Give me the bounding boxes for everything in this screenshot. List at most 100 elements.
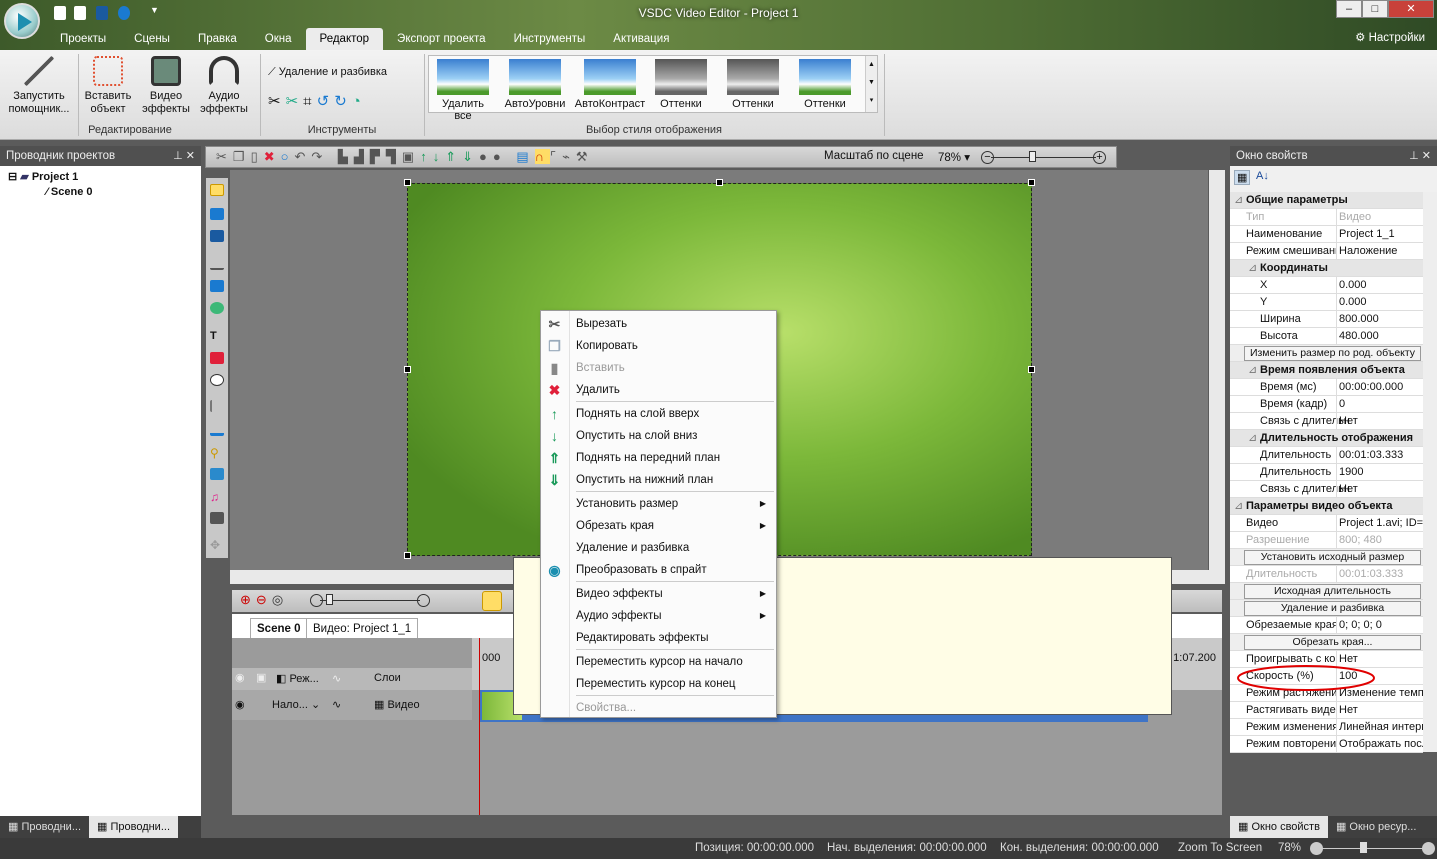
property-row[interactable]: Длительность 1900 <box>1230 464 1423 481</box>
context-menu-item[interactable]: ⇑ Поднять на передний план <box>541 447 776 469</box>
chart-tool-icon[interactable] <box>210 424 224 436</box>
property-value[interactable]: 00:01:03.333 <box>1336 566 1423 582</box>
collapse-icon[interactable]: ⊿ <box>1234 192 1243 208</box>
property-row[interactable]: Режим измененияЛинейная интерполяция <box>1230 719 1423 736</box>
tab-edit[interactable]: Правка <box>184 28 251 50</box>
pointer-tool-icon[interactable] <box>210 184 224 196</box>
canvas-vertical-scrollbar[interactable] <box>1209 170 1225 570</box>
context-menu-item[interactable]: Обрезать края ▶ <box>541 515 776 537</box>
property-value[interactable]: Видео <box>1336 209 1423 225</box>
property-value[interactable]: 480.000 <box>1336 328 1423 344</box>
style-tint-2[interactable]: Оттенки <box>722 59 784 110</box>
property-row[interactable]: Обрезаемые края 0; 0; 0; 0 <box>1230 617 1423 634</box>
property-row[interactable]: Режим смешиванияНаложение <box>1230 243 1423 260</box>
property-value[interactable]: Наложение <box>1336 243 1423 259</box>
property-value[interactable]: Нет <box>1336 413 1423 429</box>
status-zoom-slider[interactable] <box>1310 842 1435 855</box>
context-menu-item[interactable]: ✖ Удалить <box>541 379 776 401</box>
context-menu-item[interactable]: ↓ Опустить на слой вниз <box>541 425 776 447</box>
resize-handle[interactable] <box>1028 179 1035 186</box>
align-icons[interactable]: ▙▟▛▜▣ <box>338 149 420 164</box>
collapse-icon[interactable]: ⊿ <box>1248 260 1257 276</box>
style-autolevels[interactable]: АвтоУровни <box>504 59 566 110</box>
context-menu-item[interactable]: Аудио эффекты ▶ <box>541 605 776 627</box>
style-tint-1[interactable]: Оттенки <box>650 59 712 110</box>
audio-tool-icon[interactable]: ♫ <box>210 490 224 504</box>
style-autocontrast[interactable]: АвтоКонтраст <box>574 59 646 110</box>
trim-icon[interactable]: ✂ <box>286 93 304 110</box>
collapse-icon[interactable]: ⊿ <box>1248 430 1257 446</box>
clock-icon[interactable] <box>482 591 502 611</box>
line-tool-icon[interactable] <box>210 258 224 270</box>
maximize-button[interactable]: □ <box>1362 0 1388 18</box>
insert-object-button[interactable]: Вставить объект <box>80 56 136 116</box>
undo-icon[interactable]: ↶ <box>294 149 311 164</box>
property-row[interactable]: Наименование Project 1_1 <box>1230 226 1423 243</box>
image-tool-icon[interactable] <box>210 468 224 480</box>
eye-icon[interactable]: ◉ <box>235 671 245 684</box>
tab-scene-0[interactable]: Scene 0 <box>250 618 308 638</box>
property-row[interactable]: Разрешение 800; 480 <box>1230 532 1423 549</box>
tab-editor[interactable]: Редактор <box>305 28 384 50</box>
property-row[interactable]: Длительность 00:01:03.333 <box>1230 566 1423 583</box>
property-value[interactable]: 0 <box>1336 396 1423 412</box>
zoom-out-icon[interactable]: ⊖ <box>256 592 272 607</box>
cut-split-button[interactable]: ⟋ Удаление и разбивка <box>268 66 387 79</box>
property-category[interactable]: ⊿ Параметры видео объекта <box>1230 498 1423 515</box>
paste-icon[interactable]: ▯ <box>251 149 264 164</box>
tree-item-project[interactable]: ⊟ ▰ Project 1 <box>8 170 78 183</box>
move-tool-icon[interactable]: ✥ <box>210 538 224 552</box>
style-tint-3[interactable]: Оттенки <box>794 59 856 110</box>
video-effects-button[interactable]: Видео эффекты <box>140 56 192 116</box>
property-value[interactable]: 0.000 <box>1336 294 1423 310</box>
layer-up-icon[interactable]: ↑↓⇑⇓ <box>420 149 479 164</box>
property-scrollbar[interactable] <box>1423 192 1437 752</box>
audio-effects-button[interactable]: Аудио эффекты <box>196 56 252 116</box>
rotate-right-icon[interactable]: ↻ <box>334 93 352 110</box>
property-value[interactable]: 800; 480 <box>1336 532 1423 548</box>
property-value[interactable]: 800.000 <box>1336 311 1423 327</box>
property-row[interactable]: Связь с длительностьюНет <box>1230 481 1423 498</box>
tab-video-project[interactable]: Видео: Project 1_1 <box>306 618 419 638</box>
video-tool-icon[interactable] <box>210 512 224 524</box>
gallery-scroll[interactable]: ▲ ▼ ▾ <box>865 56 877 112</box>
property-value[interactable]: Project 1_1 <box>1336 226 1423 242</box>
object-tool-icon[interactable] <box>210 208 224 220</box>
zoom-in-icon[interactable]: ⊕ <box>240 592 256 607</box>
balloon-tool-icon[interactable] <box>210 374 224 386</box>
resize-handle[interactable] <box>404 179 411 186</box>
free-shape-tool-icon[interactable] <box>210 400 224 412</box>
property-button[interactable]: Исходная длительность <box>1230 583 1423 600</box>
redo-icon[interactable]: ↷ <box>311 149 328 164</box>
property-value[interactable]: Project 1.avi; ID= <box>1336 515 1423 531</box>
text-tool-icon[interactable]: T <box>210 330 224 342</box>
property-row[interactable]: Режим повторенияОтображать последний <box>1230 736 1423 753</box>
minimize-button[interactable]: – <box>1336 0 1362 18</box>
guides-icon[interactable]: ⌜⌁⚒ <box>550 149 594 164</box>
resize-handle[interactable] <box>404 552 411 559</box>
scissors-icon[interactable]: ✂ <box>268 93 286 110</box>
slider-thumb[interactable] <box>1029 151 1036 162</box>
categorized-icon[interactable]: ▦ <box>1234 170 1251 185</box>
property-value[interactable]: Линейная интерполяция <box>1336 719 1423 735</box>
property-row[interactable]: Растягивать видео Нет <box>1230 702 1423 719</box>
property-row[interactable]: Связь с длительностьюНет <box>1230 413 1423 430</box>
property-row[interactable]: Тип Видео <box>1230 209 1423 226</box>
property-value[interactable]: 0.000 <box>1336 277 1423 293</box>
style-remove-all[interactable]: Удалить все <box>432 59 494 122</box>
zoom-dropdown[interactable]: 78% ▾ <box>938 150 970 164</box>
track-row[interactable]: ◉ Нало... ⌄ ∿ ▦ Видео <box>232 690 472 720</box>
property-row[interactable]: Длительность 00:01:03.333 <box>1230 447 1423 464</box>
tab-windows[interactable]: Окна <box>251 28 306 50</box>
grid-icon[interactable]: ▤ <box>516 149 534 164</box>
settings-button[interactable]: ⚙ Настройки <box>1355 30 1425 44</box>
context-menu-item[interactable]: ❐ Копировать <box>541 335 776 357</box>
tree-item-scene[interactable]: ⁄ Scene 0 <box>46 186 93 198</box>
tab-objects-explorer[interactable]: ▦ Проводни... <box>89 816 178 838</box>
property-value[interactable]: 1900 <box>1336 464 1423 480</box>
tab-scenes[interactable]: Сцены <box>120 28 184 50</box>
property-row[interactable]: Y 0.000 <box>1230 294 1423 311</box>
context-menu-item[interactable]: Видео эффекты ▶ <box>541 583 776 605</box>
zoom-to-screen-button[interactable]: Zoom To Screen <box>1178 838 1262 859</box>
property-value[interactable]: 00:00:00.000 <box>1336 379 1423 395</box>
